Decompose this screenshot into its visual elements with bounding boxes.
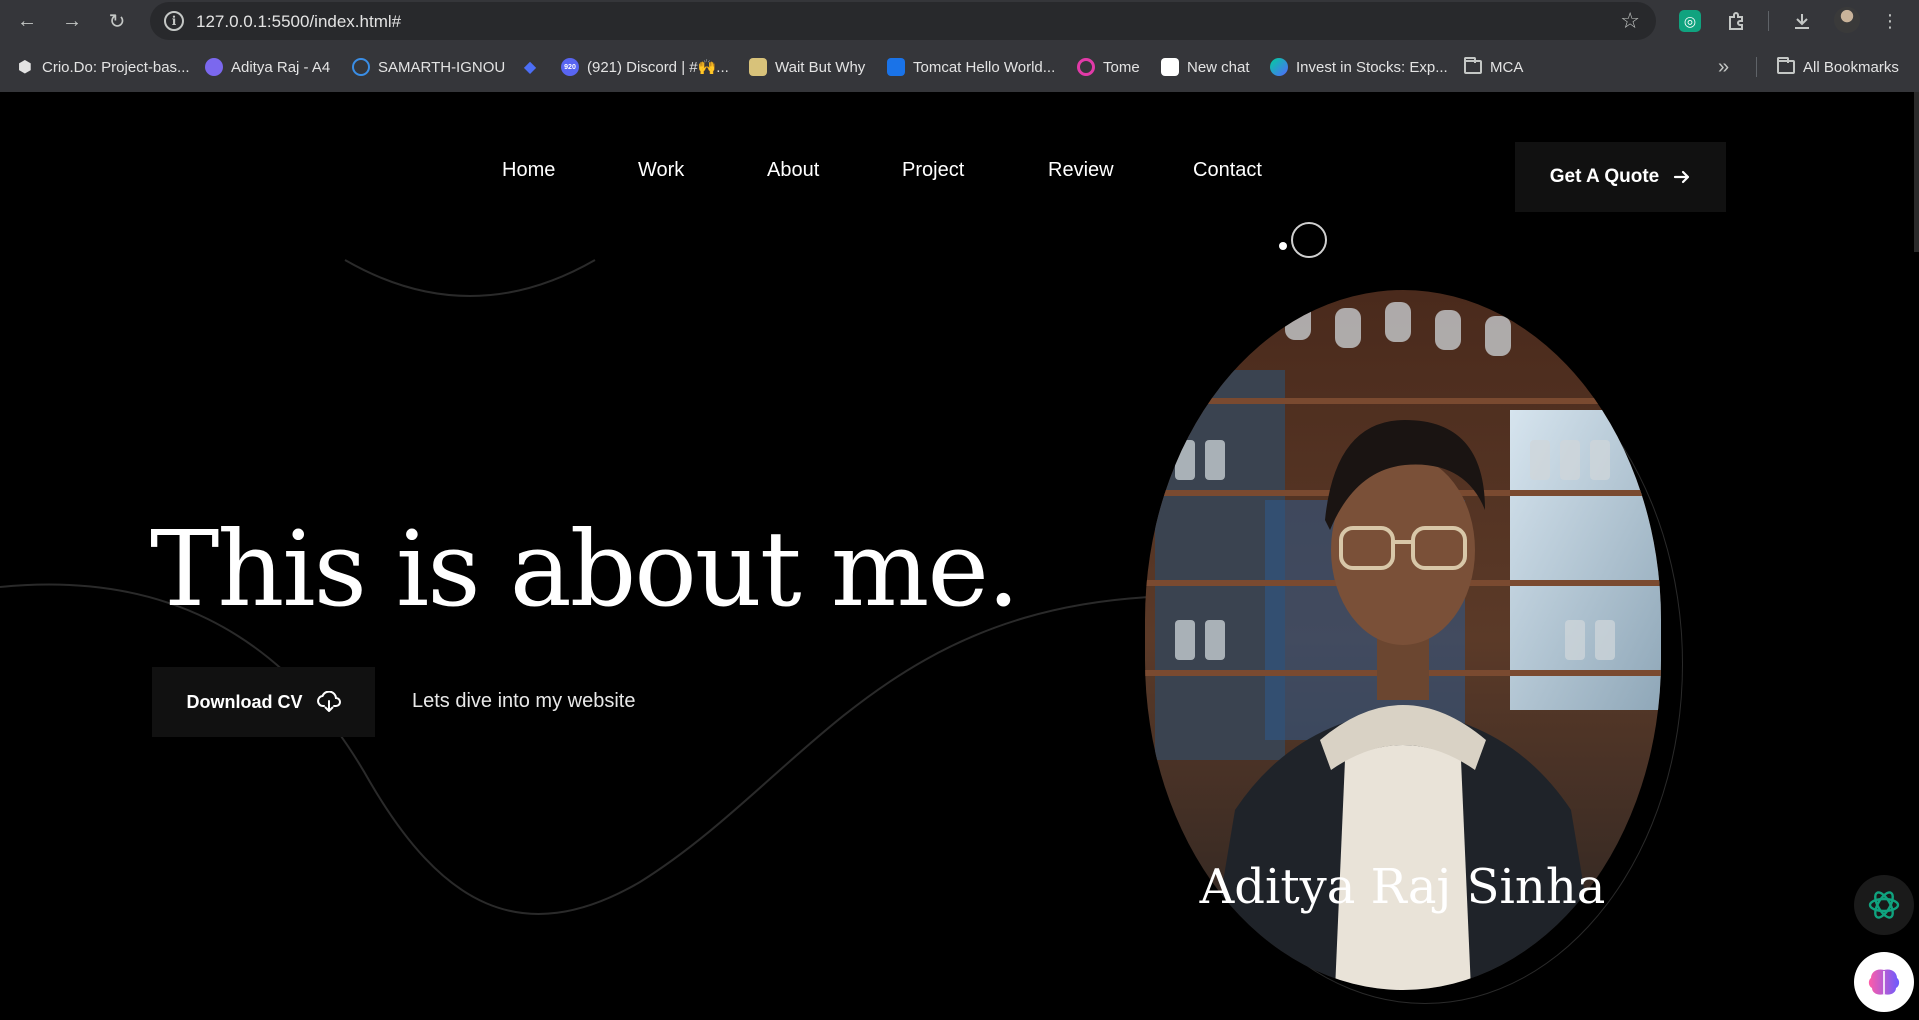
bookmark-folder[interactable]: MCA	[1464, 50, 1523, 84]
bookmark-label: Invest in Stocks: Exp...	[1296, 58, 1448, 76]
back-icon[interactable]: ←	[13, 7, 41, 35]
bookmark-item[interactable]: SAMARTH-IGNOU	[352, 50, 505, 84]
tomcat-icon	[887, 58, 905, 76]
samarth-icon	[352, 58, 370, 76]
folder-icon	[1777, 57, 1795, 74]
cv-button-label: Download CV	[186, 691, 303, 712]
hero-tagline: Lets dive into my website	[412, 690, 636, 712]
menu-kebab-icon[interactable]: ⋮	[1877, 8, 1903, 34]
forward-icon[interactable]: →	[58, 7, 86, 35]
cloud-download-icon	[316, 691, 341, 712]
groww-icon	[1270, 58, 1288, 76]
bookmark-label: Tome	[1103, 58, 1140, 76]
bookmark-star-icon[interactable]: ☆	[1620, 8, 1640, 34]
bookmark-label: SAMARTH-IGNOU	[378, 58, 506, 76]
nav-review[interactable]: Review	[1048, 159, 1114, 182]
url-text[interactable]: 127.0.0.1:5500/index.html#	[196, 12, 401, 32]
bookmark-item[interactable]: ⬢ Crio.Do: Project-bas...	[16, 50, 190, 84]
chatgpt-floating-icon[interactable]	[1854, 875, 1914, 935]
all-bookmarks-folder[interactable]: All Bookmarks	[1777, 50, 1899, 84]
bookmark-label: Crio.Do: Project-bas...	[42, 58, 190, 76]
bookmark-item[interactable]: Invest in Stocks: Exp...	[1270, 50, 1448, 84]
bookmark-item[interactable]: New chat	[1161, 50, 1250, 84]
hero-title: This is about me.	[150, 508, 1020, 630]
browser-toolbar: ← → ↻ i 127.0.0.1:5500/index.html# ☆ ◎ ⋮	[0, 0, 1919, 42]
custom-cursor-ring	[1291, 222, 1327, 258]
profile-avatar[interactable]	[1834, 7, 1860, 33]
get-a-quote-button[interactable]: Get A Quote	[1515, 142, 1726, 212]
quote-button-label: Get A Quote	[1549, 166, 1660, 187]
more-bookmarks-icon[interactable]: »	[1718, 50, 1729, 84]
bookmarks-divider	[1756, 57, 1757, 77]
doc-icon	[205, 58, 223, 76]
bookmark-item[interactable]: Wait But Why	[749, 50, 865, 84]
openai-icon	[1161, 58, 1179, 76]
folder-icon	[1464, 57, 1482, 74]
bookmark-item[interactable]: 920 (921) Discord | #🙌...	[561, 50, 729, 84]
crio-icon: ⬢	[18, 59, 32, 76]
nav-home[interactable]: Home	[502, 159, 555, 182]
bookmark-item[interactable]: ◆	[521, 50, 539, 84]
profile-name: Aditya Raj Sinha	[1199, 859, 1606, 915]
site-info-icon[interactable]: i	[164, 11, 184, 31]
bookmark-label: New chat	[1187, 58, 1250, 76]
nav-work[interactable]: Work	[638, 159, 684, 182]
page-viewport: Home Work About Project Review Contact G…	[0, 92, 1919, 1020]
bookmark-item[interactable]: Tome	[1077, 50, 1140, 84]
bookmark-label: Aditya Raj - A4	[231, 58, 331, 76]
diamond-icon: ◆	[523, 59, 537, 76]
custom-cursor-dot	[1279, 242, 1287, 250]
reload-icon[interactable]: ↻	[103, 7, 131, 35]
bookmark-item[interactable]: Aditya Raj - A4	[205, 50, 330, 84]
extensions-icon[interactable]	[1723, 8, 1749, 34]
arrow-right-icon	[1674, 170, 1690, 184]
toolbar-divider	[1768, 11, 1769, 31]
discord-icon: 920	[561, 58, 579, 76]
download-cv-button[interactable]: Download CV	[152, 667, 375, 737]
page-scrollbar[interactable]	[1914, 92, 1919, 252]
address-bar[interactable]: i 127.0.0.1:5500/index.html# ☆	[150, 2, 1656, 40]
bookmark-label: MCA	[1490, 58, 1524, 76]
nav-contact[interactable]: Contact	[1193, 159, 1262, 182]
bookmark-item[interactable]: Tomcat Hello World...	[887, 50, 1055, 84]
nav-project[interactable]: Project	[902, 159, 964, 182]
brain-assistant-icon[interactable]	[1854, 952, 1914, 1012]
browser-chrome: ← → ↻ i 127.0.0.1:5500/index.html# ☆ ◎ ⋮…	[0, 0, 1919, 92]
chatgpt-extension-icon[interactable]: ◎	[1679, 10, 1701, 32]
bookmark-label: (921) Discord | #🙌...	[587, 59, 729, 76]
all-bookmarks-label: All Bookmarks	[1803, 58, 1899, 76]
bookmark-label: Wait But Why	[775, 58, 866, 76]
nav-about[interactable]: About	[767, 159, 819, 182]
bookmark-label: Tomcat Hello World...	[913, 58, 1056, 76]
download-icon[interactable]	[1789, 8, 1815, 34]
tome-icon	[1077, 58, 1095, 76]
bookmarks-bar: ⬢ Crio.Do: Project-bas... Aditya Raj - A…	[0, 50, 1919, 84]
waitbutwhy-icon	[749, 58, 767, 76]
